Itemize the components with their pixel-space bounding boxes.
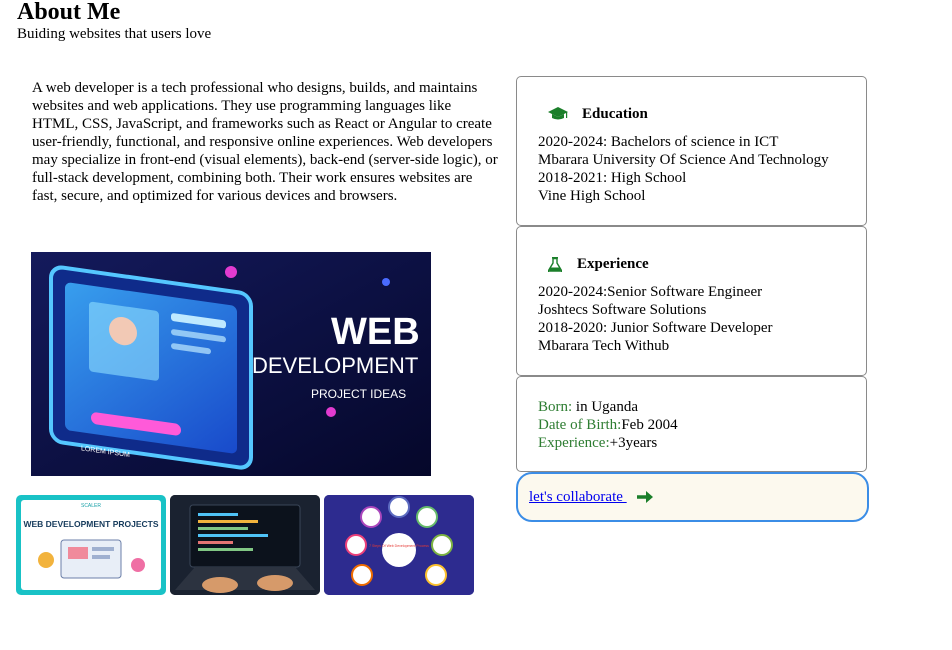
born-label: Born: [538,399,573,415]
arrow-right-icon[interactable] [636,490,653,504]
thumbnail-seven-steps: 7 Steps Of Web Development Process [324,495,474,595]
experience-line: 2020-2024:Senior Software Engineer [538,284,763,300]
education-card: Education 2020-2024: Bachelors of scienc… [516,76,867,226]
dob-value: Feb 2004 [621,417,678,433]
flask-icon [547,255,563,273]
dob-row: Date of Birth:Feb 2004 [538,416,678,434]
experience-years-value: +3years [609,435,658,451]
education-line: 2020-2024: Bachelors of science in ICT [538,134,779,150]
thumbnail-web-dev-projects: SCALER WEB DEVELOPMENT PROJECTS [16,495,166,595]
hero-illustration: LOREM IPSUM WEB DEVELOPMENT PROJECT IDEA… [31,252,431,476]
thumbnail-title: WEB DEVELOPMENT PROJECTS [23,519,158,529]
collaborate-button[interactable]: let's collaborate [516,472,869,522]
about-paragraph: A web developer is a tech professional w… [32,80,498,204]
hero-title-line2: DEVELOPMENT [252,353,418,378]
education-line: Mbarara University Of Science And Techno… [538,152,829,168]
experience-years-label: Experience: [538,435,610,451]
thumbnail-brand: SCALER [81,503,101,509]
page-subtitle: Buiding websites that users love [17,26,212,42]
experience-line: 2018-2020: Junior Software Developer [538,320,773,336]
education-heading: Education [547,105,648,123]
experience-heading-label: Experience [577,256,649,272]
collaborate-link[interactable]: let's collaborate [529,489,627,506]
thumbnail-steps-title: 7 Steps Of Web Development Process [369,544,429,548]
dob-label: Date of Birth: [538,417,622,433]
experience-heading: Experience [547,255,649,273]
hero-image: LOREM IPSUM WEB DEVELOPMENT PROJECT IDEA… [31,252,431,476]
experience-line: Mbarara Tech Withub [538,338,670,354]
born-row: Born: in Uganda [538,398,678,416]
graduation-cap-icon [547,105,569,123]
thumbnail-laptop-coding [170,495,320,595]
education-heading-label: Education [582,106,648,122]
hero-title-line3: PROJECT IDEAS [311,387,406,401]
hero-title-line1: WEB [331,311,420,353]
personal-info-card: Born: in Uganda Date of Birth:Feb 2004 E… [516,376,867,472]
experience-card: Experience 2020-2024:Senior Software Eng… [516,226,867,376]
born-value: in Uganda [572,399,638,415]
page-title: About Me [17,0,121,25]
experience-years-row: Experience:+3years [538,434,678,452]
education-line: 2018-2021: High School [538,170,687,186]
education-line: Vine High School [538,188,646,204]
experience-line: Joshtecs Software Solutions [538,302,707,318]
